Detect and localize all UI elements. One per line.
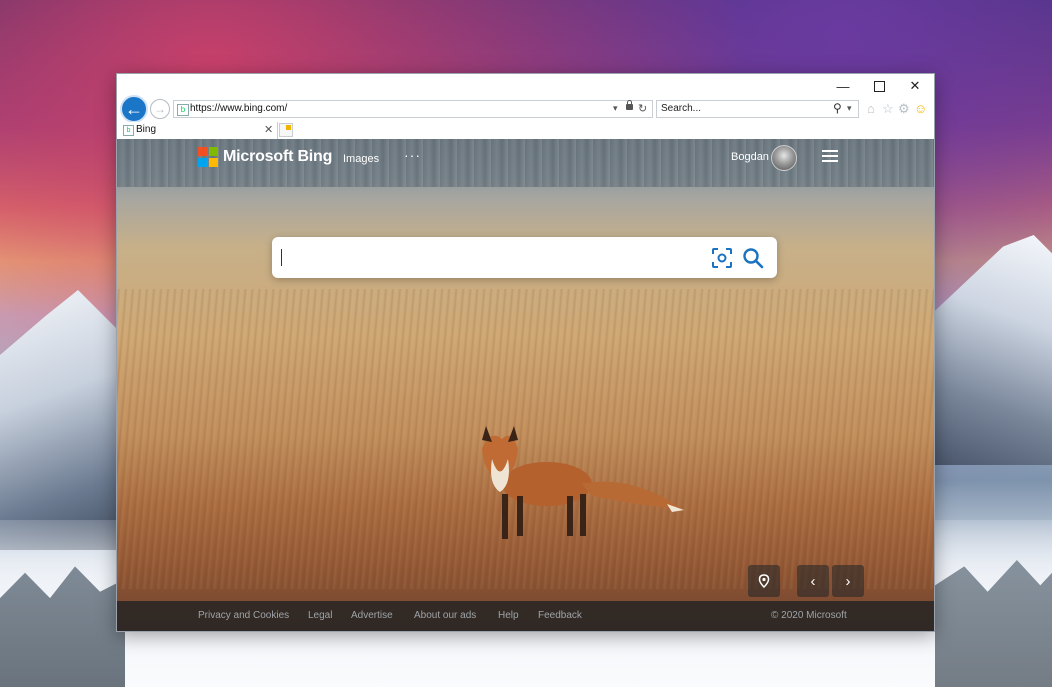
address-url: https://www.bing.com/ (190, 103, 288, 114)
title-bar: — ✕ (117, 74, 934, 98)
bing-footer: Privacy and Cookies Legal Advertise Abou… (117, 601, 934, 631)
site-favicon-icon: b (177, 104, 189, 116)
more-menu-icon[interactable]: ··· (404, 147, 421, 163)
browser-window: — ✕ ← → b https://www.bing.com/ ▾ ↻ Sear… (116, 73, 935, 632)
lock-icon[interactable] (626, 100, 633, 110)
nav-link-images[interactable]: Images (343, 153, 379, 165)
tab-close-icon[interactable]: ✕ (264, 123, 273, 136)
tab-bar: b Bing ✕ (117, 122, 934, 139)
refresh-icon[interactable]: ↻ (638, 102, 647, 115)
home-icon[interactable]: ⌂ (867, 101, 875, 116)
new-tab-button[interactable] (279, 123, 293, 137)
visual-search-icon[interactable] (712, 248, 732, 268)
logo-square-green (209, 147, 218, 156)
smiley-icon[interactable]: ☺ (914, 101, 927, 116)
gear-icon[interactable]: ⚙ (898, 101, 910, 117)
footer-link-advertise[interactable]: Advertise (351, 610, 393, 621)
copyright: © 2020 Microsoft (771, 610, 847, 621)
tab-favicon-icon: b (123, 125, 134, 136)
location-pin-icon (758, 574, 770, 588)
previous-image-button[interactable]: ‹ (797, 565, 829, 597)
search-icon[interactable] (742, 247, 764, 269)
forward-button[interactable]: → (150, 99, 170, 119)
search-icon[interactable]: ⚲ (833, 101, 842, 115)
tab-bing[interactable]: b Bing ✕ (117, 122, 278, 139)
bing-header: Microsoft Bing Images ··· Bogdan (117, 139, 934, 177)
logo-square-yellow (209, 158, 218, 167)
wallpaper-mountain-left (0, 290, 130, 550)
navigation-bar: ← → b https://www.bing.com/ ▾ ↻ Search..… (117, 95, 934, 123)
footer-link-privacy[interactable]: Privacy and Cookies (198, 610, 289, 621)
footer-link-feedback[interactable]: Feedback (538, 610, 582, 621)
maximize-button[interactable] (861, 74, 897, 98)
tab-label: Bing (136, 124, 157, 135)
hamburger-menu-icon[interactable] (822, 150, 838, 162)
fox-image (482, 426, 684, 539)
maximize-icon (873, 80, 885, 92)
search-placeholder: Search... (661, 103, 702, 114)
bing-search-input[interactable] (272, 237, 777, 278)
bing-homepage: Microsoft Bing Images ··· Bogdan ‹ › Pri… (117, 139, 934, 631)
text-caret (281, 249, 282, 266)
minimize-button[interactable]: — (825, 74, 861, 98)
close-button[interactable]: ✕ (897, 74, 933, 98)
search-dropdown-icon[interactable]: ▾ (847, 103, 852, 114)
avatar[interactable] (771, 145, 797, 171)
logo-square-red (198, 147, 207, 156)
logo-square-blue (198, 158, 207, 167)
footer-link-legal[interactable]: Legal (308, 610, 332, 621)
search-field[interactable]: Search... ⚲ ▾ (656, 100, 859, 118)
address-dropdown-icon[interactable]: ▾ (613, 103, 618, 114)
next-image-button[interactable]: › (832, 565, 864, 597)
microsoft-logo-icon[interactable] (198, 147, 218, 167)
image-location-button[interactable] (748, 565, 780, 597)
user-name[interactable]: Bogdan (731, 151, 769, 163)
wallpaper-mountain-right (930, 235, 1052, 465)
star-icon[interactable]: ☆ (882, 101, 894, 117)
footer-link-help[interactable]: Help (498, 610, 519, 621)
footer-link-about-ads[interactable]: About our ads (414, 610, 476, 621)
brand-name[interactable]: Microsoft Bing (223, 148, 332, 166)
back-button[interactable]: ← (120, 95, 148, 123)
address-bar[interactable]: b https://www.bing.com/ ▾ ↻ (173, 100, 653, 118)
